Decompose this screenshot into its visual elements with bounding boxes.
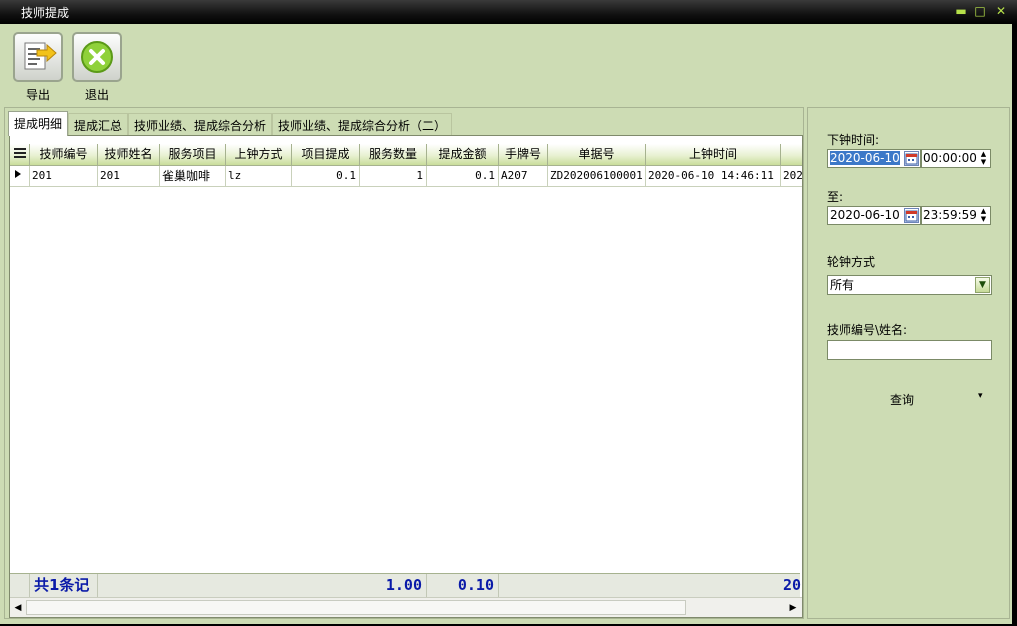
main-window: 导出 退出 提成明细 提成汇总 技师业绩、提成综合分析 技师业绩、提成综合分析（…: [0, 24, 1012, 624]
end-time-value: 23:59:59: [923, 208, 977, 222]
tech-id-name-input[interactable]: [827, 340, 992, 360]
col-overflow[interactable]: [781, 144, 802, 166]
cell-clock-mode[interactable]: lz: [226, 166, 292, 187]
toolbar: 导出 退出: [0, 24, 1012, 105]
window-title: 技师提成: [21, 6, 70, 20]
cell-service-item[interactable]: 雀巢咖啡: [160, 166, 226, 187]
detail-panel: 提成明细 提成汇总 技师业绩、提成综合分析 技师业绩、提成综合分析（二） 技师编…: [4, 107, 804, 619]
to-label: 至:: [827, 190, 844, 204]
grid-header: 技师编号 技师姓名 服务项目 上钟方式 项目提成 服务数量 提成金额 手牌号 单…: [10, 144, 802, 166]
col-wristband-no[interactable]: 手牌号: [499, 144, 548, 166]
start-time-field[interactable]: 00:00:00 ▲ ▼: [921, 149, 991, 168]
col-service-item[interactable]: 服务项目: [160, 144, 226, 166]
close-button[interactable]: ✕: [994, 3, 1008, 19]
cell-tech-name[interactable]: 201: [98, 166, 160, 187]
col-clock-mode[interactable]: 上钟方式: [226, 144, 292, 166]
footer-overflow: 20: [781, 574, 802, 597]
filter-panel: 下钟时间: 2020-06-10 00:00:00 ▲ ▼ 至: 2020-06-…: [807, 107, 1010, 619]
row-selector-header[interactable]: [10, 144, 30, 166]
scroll-left-icon[interactable]: ◀: [11, 601, 25, 615]
cell-item-commission[interactable]: 0.1: [292, 166, 360, 187]
rotation-mode-value: 所有: [830, 278, 855, 292]
footer-record-count: 共1条记: [30, 574, 98, 597]
table-row[interactable]: 201 201 雀巢咖啡 lz 0.1 1 0.1 A207 ZD2020061…: [10, 166, 802, 187]
chevron-down-icon[interactable]: ▼: [975, 277, 990, 293]
col-item-commission[interactable]: 项目提成: [292, 144, 360, 166]
cell-commission-amount[interactable]: 0.1: [427, 166, 499, 187]
restore-button[interactable]: □: [973, 3, 987, 19]
exit-button[interactable]: 退出: [71, 32, 123, 103]
cell-tech-id[interactable]: 201: [30, 166, 98, 187]
end-date-field[interactable]: 2020-06-10: [827, 206, 921, 225]
cell-order-no[interactable]: ZD202006100001: [548, 166, 646, 187]
export-icon: [13, 32, 63, 82]
start-time-value: 00:00:00: [923, 151, 977, 165]
tech-id-name-label: 技师编号\姓名:: [827, 323, 908, 337]
end-time-spinner-icon[interactable]: ▲ ▼: [979, 207, 988, 223]
calendar-icon[interactable]: [904, 208, 919, 223]
horizontal-scrollbar[interactable]: ◀ ▶: [10, 597, 802, 617]
minimize-button[interactable]: ▬: [954, 3, 968, 19]
end-time-label: 下钟时间:: [827, 133, 880, 147]
rotation-mode-select[interactable]: 所有 ▼: [827, 275, 992, 295]
col-service-qty[interactable]: 服务数量: [360, 144, 427, 166]
end-date-value: 2020-06-10: [830, 208, 900, 222]
col-order-no[interactable]: 单据号: [548, 144, 646, 166]
list-icon: [13, 148, 26, 158]
tab-performance-analysis-2[interactable]: 技师业绩、提成综合分析（二）: [272, 113, 453, 135]
start-date-field[interactable]: 2020-06-10: [827, 149, 921, 168]
export-label: 导出: [25, 88, 50, 102]
col-commission-amount[interactable]: 提成金额: [427, 144, 499, 166]
tab-commission-detail[interactable]: 提成明细: [8, 111, 69, 136]
start-time-spinner-icon[interactable]: ▲ ▼: [979, 150, 988, 166]
col-tech-name[interactable]: 技师姓名: [98, 144, 160, 166]
rotation-mode-label: 轮钟方式: [827, 255, 876, 269]
cell-clock-in-time[interactable]: 2020-06-10 14:46:11: [646, 166, 781, 187]
footer-qty-total: 1.00: [360, 574, 427, 597]
exit-label: 退出: [84, 88, 109, 102]
cell-service-qty[interactable]: 1: [360, 166, 427, 187]
grid-footer: 共1条记 1.00 0.10 20: [10, 573, 802, 597]
footer-amount-total: 0.10: [427, 574, 499, 597]
calendar-icon[interactable]: [904, 151, 919, 166]
commission-grid: 技师编号 技师姓名 服务项目 上钟方式 项目提成 服务数量 提成金额 手牌号 单…: [9, 135, 803, 618]
row-pointer-icon: [10, 166, 30, 187]
start-date-value: 2020-06-10: [830, 151, 900, 165]
col-clock-in-time[interactable]: 上钟时间: [646, 144, 781, 166]
col-tech-id[interactable]: 技师编号: [30, 144, 98, 166]
cell-wristband-no[interactable]: A207: [499, 166, 548, 187]
footer-spacer: [10, 574, 30, 597]
query-dropdown-icon[interactable]: ▾: [978, 391, 983, 401]
query-button[interactable]: 查询: [890, 391, 914, 408]
title-bar: 技师提成 ▬ □ ✕: [0, 0, 1017, 24]
cell-overflow[interactable]: 202: [781, 166, 802, 187]
exit-icon: [72, 32, 122, 82]
tab-commission-summary[interactable]: 提成汇总: [68, 113, 129, 135]
export-button[interactable]: 导出: [12, 32, 64, 103]
end-time-field[interactable]: 23:59:59 ▲ ▼: [921, 206, 991, 225]
tab-performance-analysis[interactable]: 技师业绩、提成综合分析: [128, 113, 273, 135]
scroll-thumb[interactable]: [26, 600, 686, 615]
scroll-right-icon[interactable]: ▶: [786, 601, 800, 615]
